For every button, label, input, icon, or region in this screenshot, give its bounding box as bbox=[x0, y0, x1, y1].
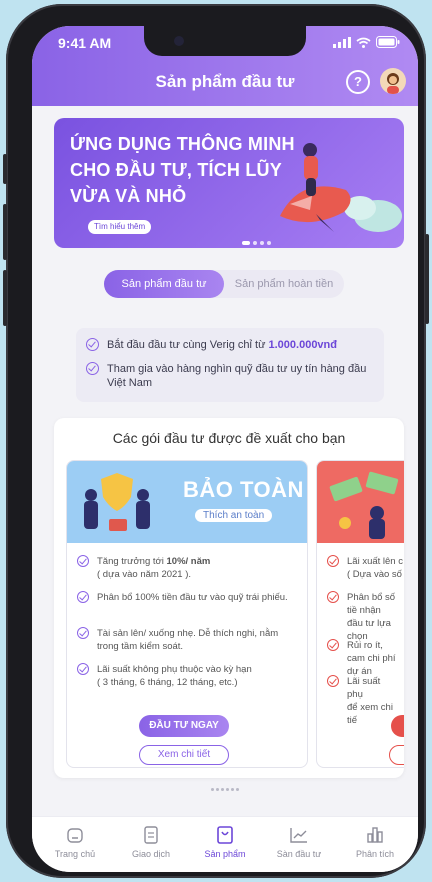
check-circle-icon bbox=[77, 627, 89, 639]
nav-label: Sản phẩm bbox=[204, 849, 246, 859]
check-circle-icon bbox=[77, 663, 89, 675]
nav-label: Sàn đầu tư bbox=[276, 849, 322, 859]
nav-transactions[interactable]: Giao dịch bbox=[116, 825, 186, 859]
chart-icon bbox=[290, 828, 307, 843]
package-card-2[interactable]: Lãi xuất lên c( Dựa vào số li Phân bổ số… bbox=[316, 460, 404, 768]
packages-title: Các gói đầu tư được đề xuất cho bạn bbox=[112, 430, 346, 446]
feature-item: Lãi xuất lên c( Dựa vào số li bbox=[327, 555, 404, 581]
feature-item: Phân bổ số tiề nhận đầu tư lựa chọn bbox=[327, 591, 397, 643]
feature-item: Lãi suất không phụ thuộc vào kỳ hạn( 3 t… bbox=[77, 663, 301, 689]
check-circle-icon bbox=[327, 591, 339, 603]
nav-analysis[interactable]: Phân tích bbox=[340, 825, 410, 859]
info-text: Tham gia vào hàng nghìn quỹ đầu tư uy tí… bbox=[107, 363, 367, 389]
nav-market[interactable]: Sàn đầu tư bbox=[264, 825, 334, 859]
nav-products[interactable]: Sản phẩm bbox=[190, 825, 260, 859]
nav-label: Trang chủ bbox=[54, 849, 96, 859]
products-icon bbox=[217, 826, 233, 844]
status-icons bbox=[333, 36, 400, 48]
recommended-packages: Các gói đầu tư được đề xuất cho bạn BẢO … bbox=[54, 418, 404, 778]
feature-item: Rủi ro ít, cam chi phí dự án bbox=[327, 639, 397, 678]
power-button bbox=[425, 234, 429, 324]
nav-label: Phân tích bbox=[355, 849, 395, 859]
info-text: Bắt đầu đầu tư cùng Verig chỉ từ 1.000.0… bbox=[107, 339, 338, 351]
card-title: BẢO TOÀN bbox=[183, 477, 304, 502]
feature-item: Tăng trưởng tới 10%/ năm( dựa vào năm 20… bbox=[77, 555, 301, 581]
battery-icon bbox=[376, 36, 400, 48]
feature-text: Tăng trưởng tới 10%/ năm( dựa vào năm 20… bbox=[97, 556, 211, 580]
bottom-navigation: Trang chủ Giao dịch Sản phẩm Sàn đầu tư … bbox=[32, 816, 418, 872]
check-circle-icon bbox=[77, 591, 89, 603]
mute-switch bbox=[3, 154, 7, 184]
avatar[interactable] bbox=[380, 68, 406, 94]
feature-text: Lãi xuất lên c( Dựa vào số li bbox=[347, 556, 404, 580]
nav-home[interactable]: Trang chủ bbox=[40, 825, 110, 859]
feature-text: Lãi suất phụ để xem chi tiế bbox=[347, 676, 393, 726]
card-risk-tag: Thích an toàn bbox=[195, 509, 273, 522]
tab-investment-products[interactable]: Sản phẩm đầu tư bbox=[104, 270, 224, 298]
avatar-image bbox=[387, 73, 399, 94]
info-item: Tham gia vào hàng nghìn quỹ đầu tư uy tí… bbox=[86, 362, 376, 390]
check-circle-icon bbox=[77, 555, 89, 567]
feature-item: Tài sản lên/ xuống nhẹ. Dễ thích nghi, n… bbox=[77, 627, 301, 653]
help-button[interactable]: ? bbox=[346, 70, 370, 94]
info-box: Bắt đầu đầu tư cùng Verig chỉ từ 1.000.0… bbox=[76, 328, 384, 402]
banner-learn-more-button[interactable]: Tìm hiểu thêm bbox=[88, 220, 152, 234]
check-circle-icon bbox=[327, 555, 339, 567]
home-icon bbox=[67, 828, 83, 843]
banner-line-2: CHO ĐẦU TƯ, TÍCH LŨY bbox=[70, 160, 282, 180]
check-circle-icon bbox=[86, 338, 99, 351]
feature-item: Phân bổ 100% tiền đầu tư vào quỹ trái ph… bbox=[77, 591, 301, 604]
tab-cashback-products[interactable]: Sản phẩm hoàn tiền bbox=[224, 270, 344, 298]
view-details-button[interactable]: Xe bbox=[389, 745, 404, 765]
banner-pagination[interactable] bbox=[242, 241, 271, 245]
carousel-indicator bbox=[32, 778, 418, 796]
check-circle-icon bbox=[327, 675, 339, 687]
promo-banner[interactable]: ỨNG DỤNG THÔNG MINH CHO ĐẦU TƯ, TÍCH LŨY… bbox=[54, 118, 404, 248]
money-illustration bbox=[329, 471, 399, 539]
feature-text: Lãi suất không phụ thuộc vào kỳ hạn( 3 t… bbox=[97, 664, 252, 688]
feature-item: Lãi suất phụ để xem chi tiế bbox=[327, 675, 397, 727]
wifi-icon bbox=[356, 37, 371, 48]
camera-notch bbox=[144, 26, 306, 56]
volume-down-button bbox=[3, 270, 7, 326]
min-amount: 1.000.000vnđ bbox=[268, 339, 338, 351]
rocket-illustration bbox=[280, 143, 402, 232]
view-details-button[interactable]: Xem chi tiết bbox=[139, 745, 229, 765]
info-item: Bắt đầu đầu tư cùng Verig chỉ từ 1.000.0… bbox=[86, 338, 376, 352]
invest-now-button[interactable]: ĐẦU TƯ NGAY bbox=[139, 715, 229, 737]
feature-text: Rủi ro ít, cam chi phí dự án bbox=[347, 640, 396, 677]
phone-frame: 9:41 AM Sản phẩm đầu tư ? ỨNG DỤNG THÔNG… bbox=[3, 4, 429, 878]
transactions-icon bbox=[144, 826, 158, 844]
status-time: 9:41 AM bbox=[58, 35, 112, 51]
card-header-image bbox=[317, 461, 404, 543]
check-circle-icon bbox=[86, 362, 99, 375]
feature-text: Phân bổ số tiề nhận đầu tư lựa chọn bbox=[347, 592, 396, 642]
invest-now-button[interactable]: ĐẦ bbox=[391, 715, 404, 737]
screen: 9:41 AM Sản phẩm đầu tư ? ỨNG DỤNG THÔNG… bbox=[32, 26, 418, 872]
check-circle-icon bbox=[327, 639, 339, 651]
shield-team-illustration bbox=[84, 473, 150, 531]
banner-line-3: VỪA VÀ NHỎ bbox=[70, 186, 187, 206]
analysis-icon bbox=[367, 827, 383, 843]
package-card-bao-toan[interactable]: BẢO TOÀN Thích an toàn Tăng trưởng tới 1… bbox=[66, 460, 308, 768]
signal-icon bbox=[333, 36, 351, 48]
feature-text: Phân bổ 100% tiền đầu tư vào quỹ trái ph… bbox=[97, 592, 288, 603]
feature-text: Tài sản lên/ xuống nhẹ. Dễ thích nghi, n… bbox=[97, 628, 279, 652]
volume-up-button bbox=[3, 204, 7, 260]
product-tabs: Sản phẩm đầu tư Sản phẩm hoàn tiền bbox=[104, 270, 344, 298]
nav-label: Giao dịch bbox=[131, 849, 171, 859]
front-camera bbox=[174, 36, 184, 46]
